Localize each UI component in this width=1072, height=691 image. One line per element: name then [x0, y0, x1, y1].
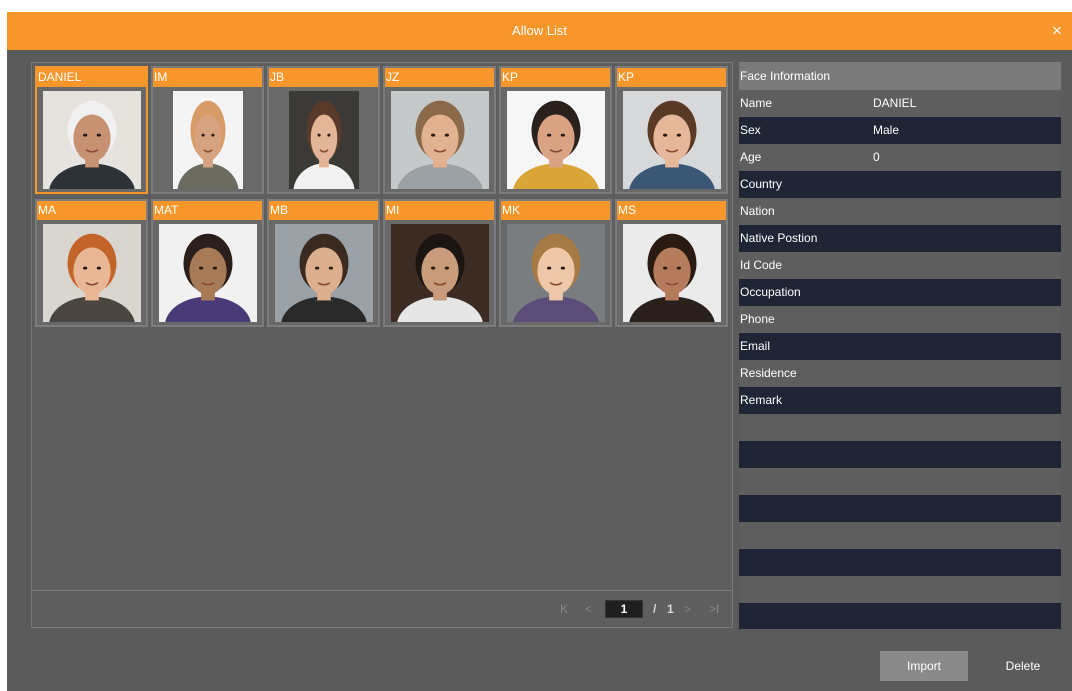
face-card-label: JB: [269, 68, 378, 87]
total-pages: 1: [667, 602, 674, 616]
face-card[interactable]: MK: [499, 199, 612, 327]
face-card-label: KP: [617, 68, 726, 87]
face-photo: [390, 224, 489, 322]
face-information-header: Face Information: [739, 62, 1061, 90]
info-row: [739, 495, 1061, 522]
face-card[interactable]: MB: [267, 199, 380, 327]
page-separator: /: [653, 602, 657, 616]
face-card-label: MAT: [153, 201, 262, 220]
info-row: [739, 603, 1061, 629]
face-card[interactable]: MAT: [151, 199, 264, 327]
face-photo: [172, 91, 243, 189]
face-information-panel: Face Information Name DANIEL Sex Male Age 0 Co…: [739, 62, 1061, 629]
info-field-label: Remark: [740, 393, 783, 407]
face-card[interactable]: KP: [615, 66, 728, 194]
face-card[interactable]: MI: [383, 199, 496, 327]
info-row: Remark: [739, 387, 1061, 414]
title-bar: Allow List ×: [7, 12, 1072, 50]
info-row: [739, 549, 1061, 576]
info-row: Phone: [739, 306, 1061, 333]
info-row: [739, 522, 1061, 549]
face-card-label: MK: [501, 201, 610, 220]
face-photo: [622, 91, 721, 189]
delete-button[interactable]: Delete: [979, 651, 1067, 681]
face-card-label: DANIEL: [37, 68, 146, 87]
face-card-label: KP: [501, 68, 610, 87]
face-photo: [274, 224, 373, 322]
info-row: [739, 468, 1061, 495]
prev-page-button[interactable]: <: [585, 601, 592, 618]
import-button[interactable]: Import: [880, 651, 968, 681]
info-row: Id Code: [739, 252, 1061, 279]
info-row: [739, 414, 1061, 441]
info-row: Email: [739, 333, 1061, 360]
info-field-label: Id Code: [740, 258, 783, 272]
page-number-input[interactable]: 1: [605, 600, 643, 618]
face-card-label: MB: [269, 201, 378, 220]
info-field-label: Nation: [740, 204, 775, 218]
face-card[interactable]: JZ: [383, 66, 496, 194]
info-field-label: Native Postion: [740, 231, 818, 245]
info-field-label: Email: [740, 339, 771, 353]
info-row: Native Postion: [739, 225, 1061, 252]
next-page-button[interactable]: >: [684, 601, 691, 618]
face-card-label: MI: [385, 201, 494, 220]
info-field-label: Sex: [740, 123, 761, 137]
face-photo: [390, 91, 489, 189]
dialog-title: Allow List: [512, 23, 567, 38]
face-photo: [506, 91, 605, 189]
info-field-label: Residence: [740, 366, 797, 380]
close-icon[interactable]: ×: [1044, 12, 1070, 50]
info-field-label: Name: [740, 96, 773, 110]
info-field-label: Age: [740, 150, 762, 164]
info-field-value: 0: [873, 150, 880, 164]
info-row: Sex Male: [739, 117, 1061, 144]
face-photo: [42, 224, 141, 322]
info-field-label: Occupation: [740, 285, 801, 299]
face-card-label: JZ: [385, 68, 494, 87]
face-card-label: MS: [617, 201, 726, 220]
face-photo: [42, 91, 141, 189]
info-field-value: DANIEL: [873, 96, 917, 110]
face-card[interactable]: IM: [151, 66, 264, 194]
first-page-button[interactable]: K: [560, 601, 568, 618]
info-row: Nation: [739, 198, 1061, 225]
info-field-label: Phone: [740, 312, 775, 326]
face-gallery: K < 1 / 1 > >I DANIEL IM JB JZ KP KP MA MAT MB MI…: [31, 62, 733, 628]
face-card[interactable]: DANIEL: [35, 66, 148, 194]
info-row: Residence: [739, 360, 1061, 387]
face-card[interactable]: JB: [267, 66, 380, 194]
face-photo: [158, 224, 257, 322]
info-row: Age 0: [739, 144, 1061, 171]
face-card[interactable]: MA: [35, 199, 148, 327]
face-photo: [506, 224, 605, 322]
info-row: Occupation: [739, 279, 1061, 306]
info-field-label: Country: [740, 177, 783, 191]
info-field-value: Male: [873, 123, 900, 137]
face-card-label: IM: [153, 68, 262, 87]
info-row: Name DANIEL: [739, 90, 1061, 117]
face-card-label: MA: [37, 201, 146, 220]
face-card[interactable]: KP: [499, 66, 612, 194]
pagination-bar: K < 1 / 1 > >I: [32, 590, 732, 627]
face-photo: [622, 224, 721, 322]
allow-list-dialog: Allow List × K < 1 / 1 > >I DANIEL IM JB JZ…: [7, 12, 1072, 691]
face-card[interactable]: MS: [615, 199, 728, 327]
info-row: [739, 441, 1061, 468]
info-row: [739, 576, 1061, 603]
last-page-button[interactable]: >I: [709, 601, 719, 618]
face-photo: [288, 91, 359, 189]
info-row: Country: [739, 171, 1061, 198]
